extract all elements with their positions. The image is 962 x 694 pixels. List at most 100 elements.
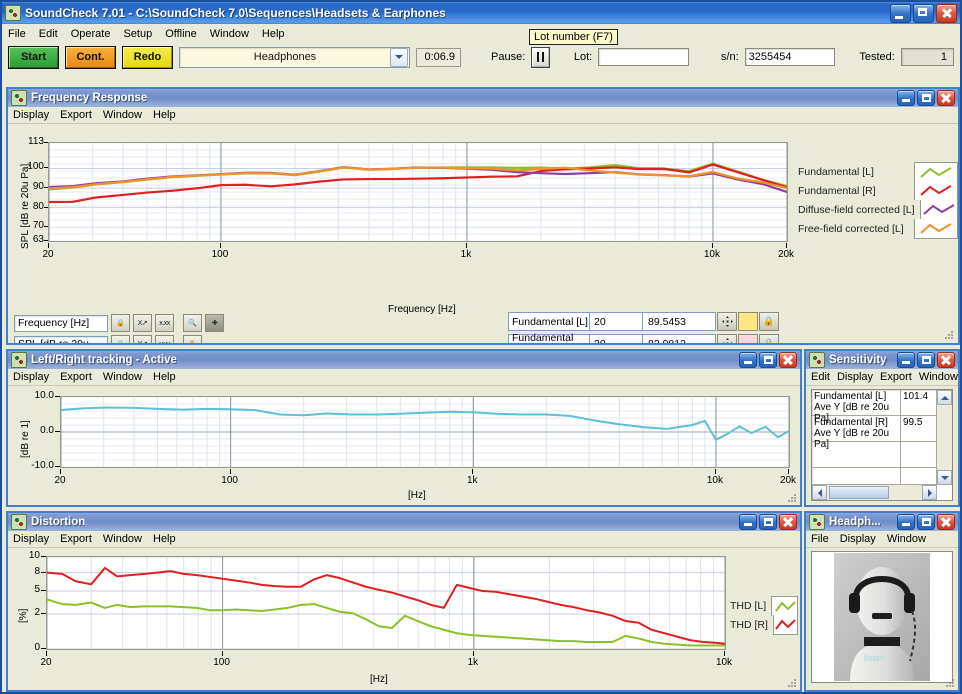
fr-plot-area[interactable] — [48, 142, 788, 242]
maximize-button[interactable] — [913, 3, 934, 23]
dist-legend-swatch[interactable] — [771, 595, 798, 616]
frequency-response-minimize-button[interactable] — [897, 90, 915, 106]
pause-button[interactable] — [531, 46, 550, 68]
menu-item-edit[interactable]: Edit — [39, 28, 58, 40]
sensitivity-row[interactable] — [812, 442, 937, 468]
fr-y-format-icon[interactable]: y.yy — [155, 335, 174, 343]
fr-cursor-y-value[interactable]: 82.9812 — [643, 334, 716, 343]
fr-legend-swatch[interactable] — [914, 218, 958, 239]
sensitivity-row[interactable]: Fundamental [R] Ave Y [dB re 20u Pa] 99.5 — [812, 416, 937, 450]
sensitivity-maximize-button[interactable] — [917, 352, 935, 368]
fr-cursor-x-value[interactable]: 20 — [590, 334, 643, 343]
fr-legend-swatch[interactable] — [914, 161, 958, 182]
chevron-down-icon[interactable] — [390, 47, 408, 67]
dist-menu-help[interactable]: Help — [153, 533, 176, 545]
hp-menu-file[interactable]: File — [811, 533, 829, 545]
fr-menu-window[interactable]: Window — [103, 109, 142, 121]
fr-cursor-x-value[interactable]: 20 — [590, 312, 643, 331]
sens-menu-edit[interactable]: Edit — [811, 371, 830, 383]
fr-legend-swatch[interactable] — [919, 200, 958, 219]
fr-zoom-icon[interactable]: 🔍 — [183, 314, 202, 332]
headphone-view-close-button[interactable] — [937, 514, 955, 530]
sensitivity-minimize-button[interactable] — [897, 352, 915, 368]
scroll-left-icon[interactable] — [812, 485, 827, 500]
fr-x-lock-icon[interactable]: 🔒 — [111, 314, 130, 332]
distortion-maximize-button[interactable] — [759, 514, 777, 530]
fr-menu-display[interactable]: Display — [13, 109, 49, 121]
menu-item-file[interactable]: File — [8, 28, 26, 40]
close-button[interactable] — [936, 3, 957, 23]
fr-y-autoscale-icon[interactable]: Y↗ — [133, 335, 152, 343]
dist-x-tick: 100 — [213, 657, 230, 668]
serial-number-input[interactable]: 3255454 — [744, 48, 836, 66]
fr-pan-hand-icon[interactable]: ✋ — [183, 335, 202, 343]
redo-button[interactable]: Redo — [122, 45, 173, 69]
fr-cursor-lock-button[interactable]: 🔒 — [759, 312, 779, 331]
dist-menu-export[interactable]: Export — [60, 533, 92, 545]
fr-x-autoscale-icon[interactable]: X↗ — [133, 314, 152, 332]
sens-menu-display[interactable]: Display — [837, 371, 873, 383]
fr-cursor-color-swatch[interactable] — [738, 312, 758, 331]
scroll-up-icon[interactable] — [937, 390, 952, 405]
fr-y-scale-field[interactable]: SPL [dB re 20u — [14, 335, 108, 343]
fr-menu-help[interactable]: Help — [153, 109, 176, 121]
dist-legend-swatch[interactable] — [772, 614, 798, 635]
headphone-view-resize-grip[interactable] — [945, 678, 956, 689]
sensitivity-results-list[interactable]: Fundamental [L] Ave Y [dB re 20u Pa] 101.… — [811, 389, 953, 501]
lr-plot-area[interactable] — [60, 396, 790, 468]
frequency-response-maximize-button[interactable] — [917, 90, 935, 106]
scroll-right-icon[interactable] — [922, 485, 937, 500]
sensitivity-horizontal-scrollbar[interactable] — [812, 484, 937, 500]
menu-item-operate[interactable]: Operate — [71, 28, 111, 40]
menu-item-help[interactable]: Help — [262, 28, 285, 40]
menu-item-window[interactable]: Window — [210, 28, 249, 40]
sensitivity-vertical-scrollbar[interactable] — [936, 390, 952, 485]
start-button[interactable]: Start — [8, 45, 59, 69]
fr-cursor-move-button[interactable] — [717, 334, 737, 343]
sens-menu-window[interactable]: Window — [919, 371, 958, 383]
dist-resize-grip[interactable] — [787, 678, 798, 689]
dist-menu-display[interactable]: Display — [13, 533, 49, 545]
fr-legend-swatch[interactable] — [914, 181, 958, 200]
lr-menu-window[interactable]: Window — [103, 371, 142, 383]
fr-cursor-y-value[interactable]: 89.5453 — [643, 312, 716, 331]
frequency-response-icon — [11, 90, 27, 106]
distortion-minimize-button[interactable] — [739, 514, 757, 530]
lr-menu-export[interactable]: Export — [60, 371, 92, 383]
minimize-button[interactable] — [890, 3, 911, 23]
fr-resize-grip[interactable] — [944, 330, 955, 341]
sens-menu-export[interactable]: Export — [880, 371, 912, 383]
headphone-view-minimize-button[interactable] — [897, 514, 915, 530]
lr-resize-grip[interactable] — [787, 493, 798, 504]
sensitivity-row[interactable]: Fundamental [L] Ave Y [dB re 20u Pa] 101.… — [812, 390, 937, 424]
continue-button[interactable]: Cont. — [65, 45, 116, 69]
distortion-close-button[interactable] — [779, 514, 797, 530]
fr-cursor-color-swatch[interactable] — [738, 334, 758, 343]
lr-tracking-maximize-button[interactable] — [759, 352, 777, 368]
fr-cursor-move-icon[interactable]: ✚ — [205, 314, 224, 332]
headphone-view-maximize-button[interactable] — [917, 514, 935, 530]
lr-tracking-minimize-button[interactable] — [739, 352, 757, 368]
lr-menu-help[interactable]: Help — [153, 371, 176, 383]
sensitivity-close-button[interactable] — [937, 352, 955, 368]
hp-menu-window[interactable]: Window — [887, 533, 926, 545]
fr-cursor-move-button[interactable] — [717, 312, 737, 331]
lr-menu-display[interactable]: Display — [13, 371, 49, 383]
dist-plot-area[interactable] — [46, 556, 726, 650]
menu-item-setup[interactable]: Setup — [123, 28, 152, 40]
fr-x-format-icon[interactable]: x.xx — [155, 314, 174, 332]
menu-item-offline[interactable]: Offline — [165, 28, 197, 40]
sequence-select[interactable]: Headphones — [179, 46, 410, 68]
fr-y-lock-icon[interactable]: 🔒 — [111, 335, 130, 343]
lr-tracking-close-button[interactable] — [779, 352, 797, 368]
h-scroll-thumb[interactable] — [829, 486, 889, 499]
lot-input[interactable] — [598, 48, 689, 66]
fr-cursor-lock-button[interactable]: 🔒 — [759, 334, 779, 343]
lr-tracking-menubar: Display Export Window Help — [8, 369, 800, 386]
frequency-response-close-button[interactable] — [937, 90, 955, 106]
fr-menu-export[interactable]: Export — [60, 109, 92, 121]
hp-menu-display[interactable]: Display — [840, 533, 876, 545]
dist-menu-window[interactable]: Window — [103, 533, 142, 545]
fr-x-scale-field[interactable]: Frequency [Hz] — [14, 314, 108, 332]
scroll-down-icon[interactable] — [937, 470, 952, 485]
